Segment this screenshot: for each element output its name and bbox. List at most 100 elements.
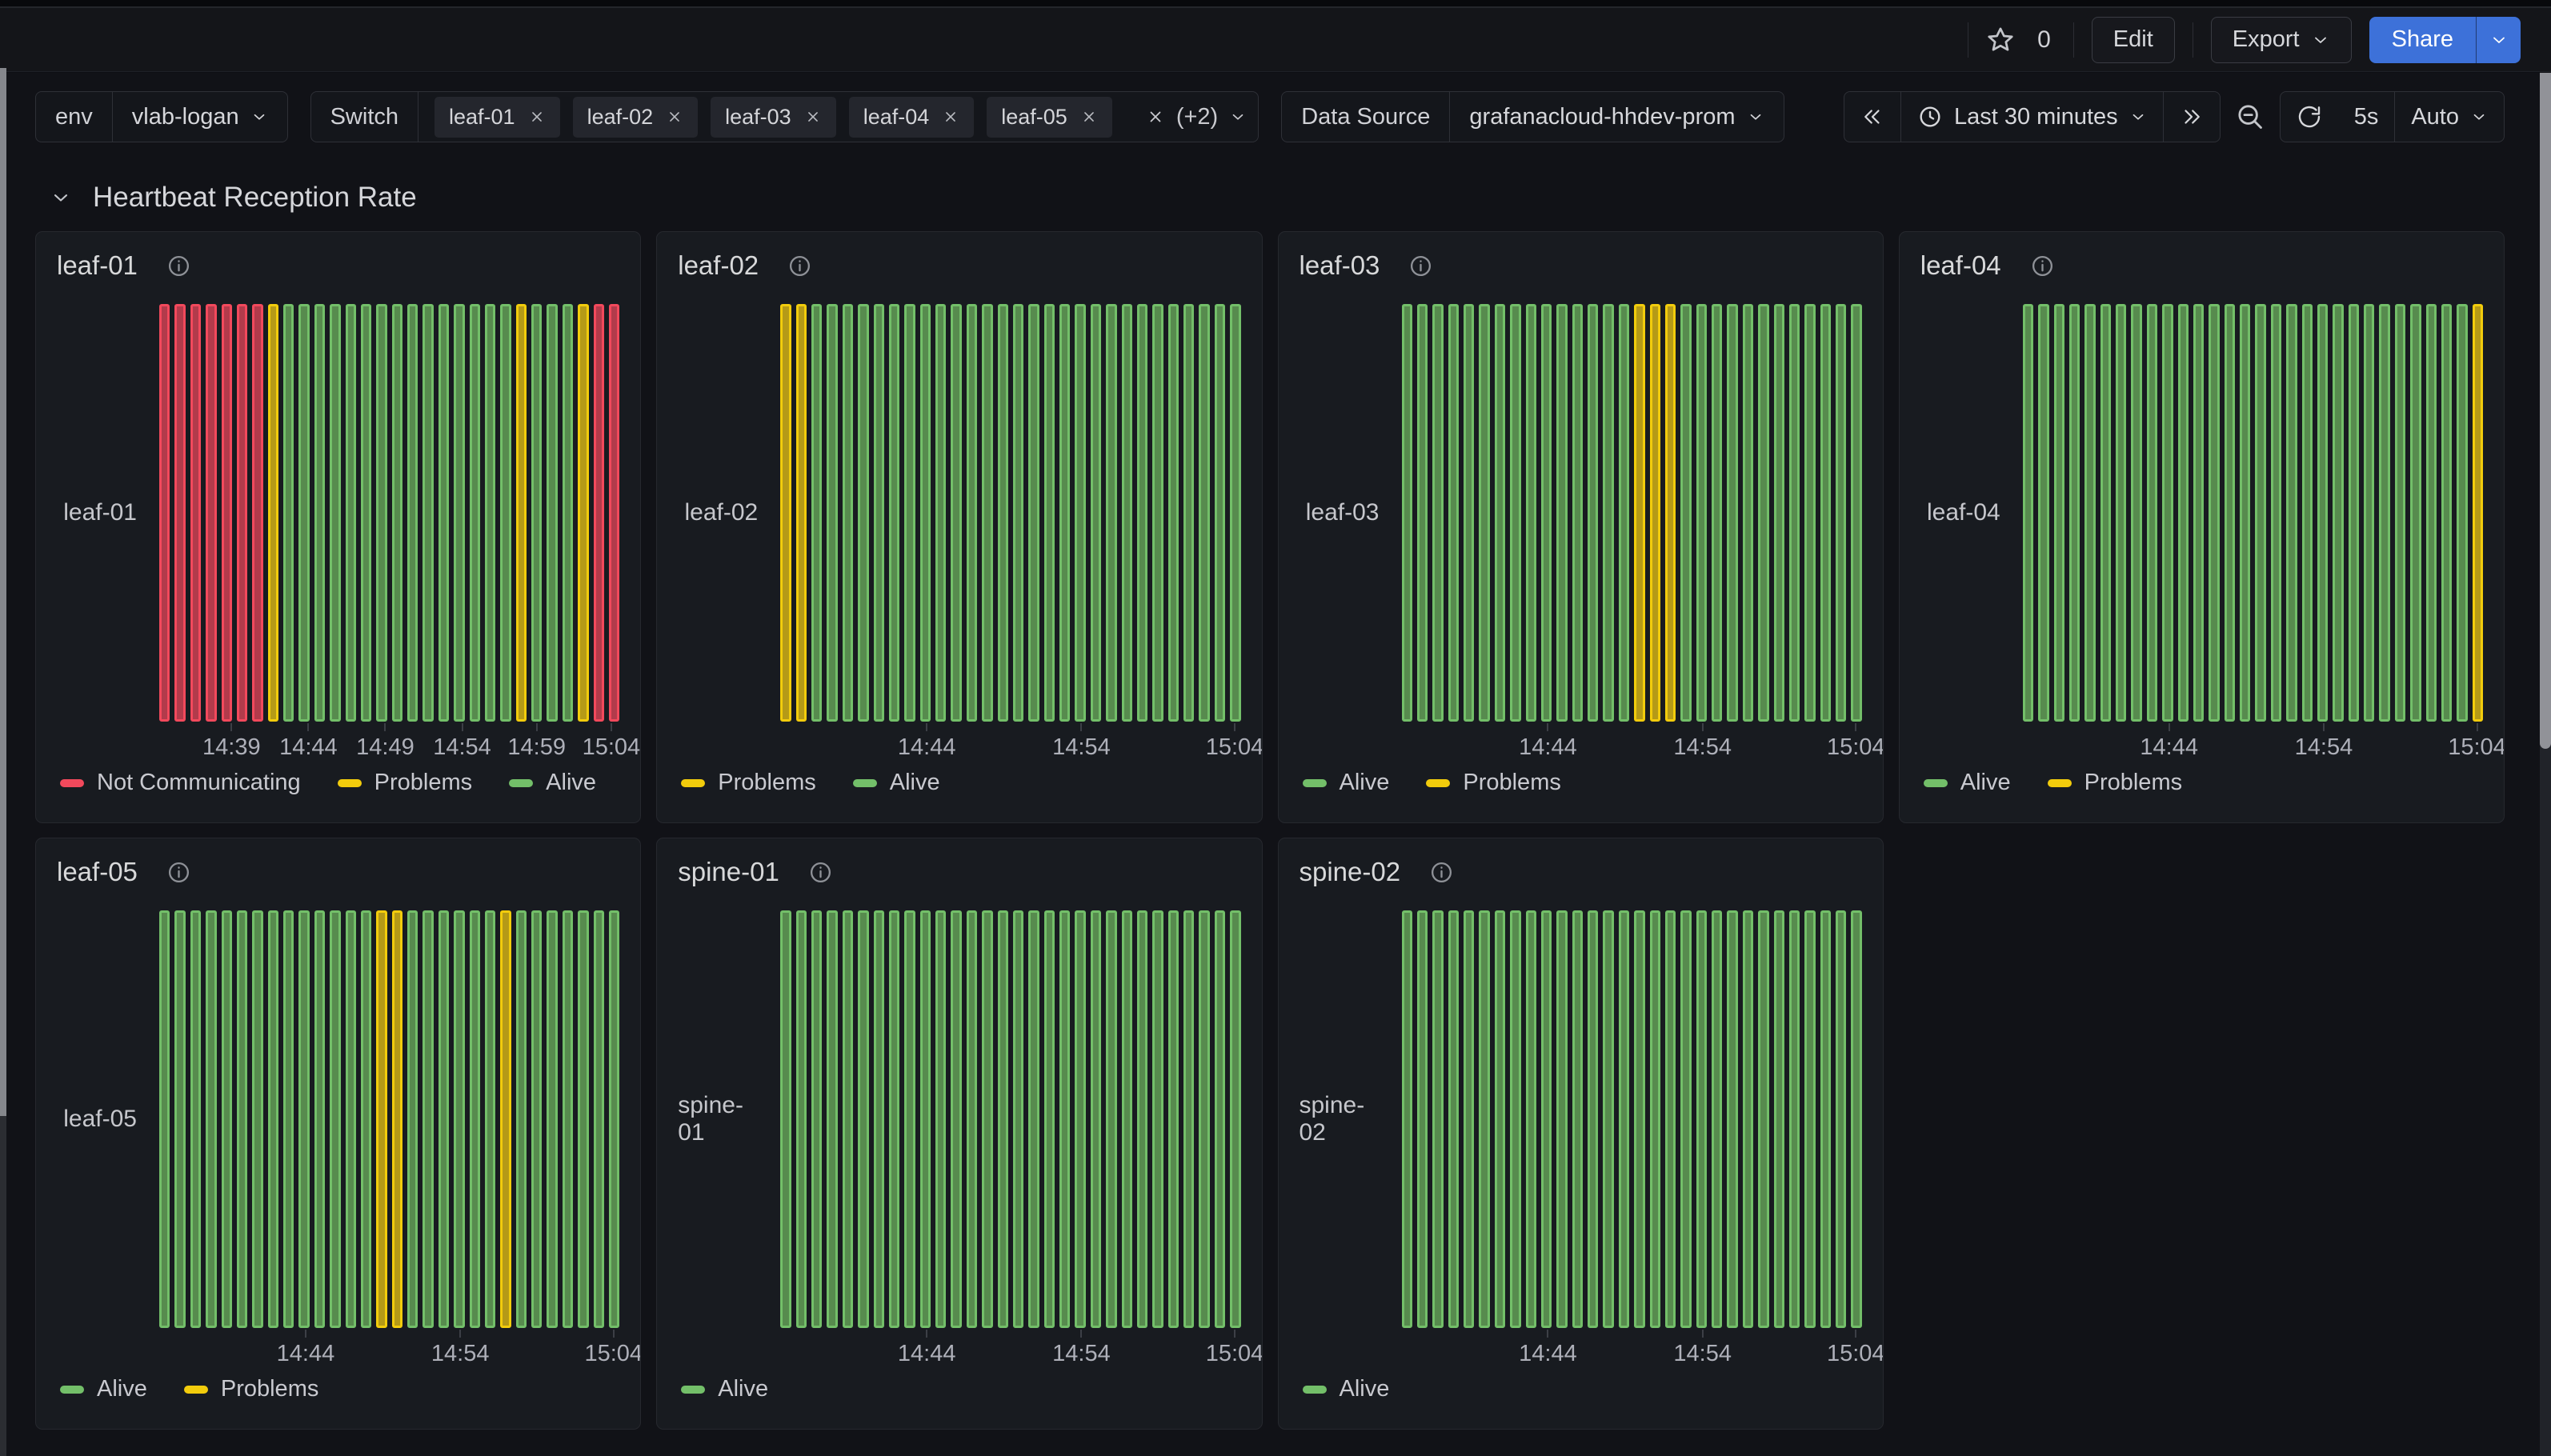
x-axis-tickmark — [1702, 723, 1704, 731]
favorites-count: 0 — [2032, 26, 2056, 54]
panel-header[interactable]: spine-01 — [678, 853, 1240, 891]
refresh-interval-value[interactable]: 5s — [2338, 92, 2395, 142]
close-icon[interactable] — [528, 108, 546, 126]
legend-item-not_communicating[interactable]: Not Communicating — [60, 770, 301, 796]
x-axis: 14:4414:5415:04 — [1402, 1328, 1862, 1373]
state-bar-not_communicating — [609, 304, 619, 722]
panel-title: leaf-01 — [57, 250, 138, 281]
state-bar-not_communicating — [237, 304, 247, 722]
state-bar-alive — [1183, 910, 1194, 1328]
legend-item-problems[interactable]: Problems — [338, 770, 473, 796]
switch-tag-label: leaf-01 — [449, 105, 515, 130]
x-axis-tickmark — [462, 723, 463, 731]
state-bar-alive — [1044, 910, 1055, 1328]
x-axis-tick-label: 14:54 — [1673, 734, 1732, 761]
switch-more-dropdown[interactable]: (+2) — [1141, 92, 1258, 142]
legend-item-alive[interactable]: Alive — [509, 770, 596, 796]
close-icon[interactable] — [1146, 107, 1165, 126]
env-variable-value[interactable]: vlab-logan — [113, 92, 287, 142]
state-bar-alive — [904, 910, 915, 1328]
chevron-down-icon — [50, 186, 72, 209]
share-split-button: Share — [2369, 17, 2521, 63]
info-icon[interactable] — [787, 254, 812, 278]
legend-item-alive[interactable]: Alive — [1303, 770, 1390, 796]
state-bar-alive — [1495, 304, 1505, 722]
datasource-value[interactable]: grafanacloud-hhdev-prom — [1450, 92, 1783, 142]
close-icon[interactable] — [942, 108, 959, 126]
edit-button[interactable]: Edit — [2092, 17, 2175, 63]
legend-item-problems[interactable]: Problems — [1426, 770, 1561, 796]
plot-area: spine-01 — [678, 910, 1240, 1328]
export-button[interactable]: Export — [2211, 17, 2352, 63]
switch-variable: Switch leaf-01leaf-02leaf-03leaf-04leaf-… — [310, 91, 1259, 142]
refresh-button[interactable] — [2281, 92, 2338, 142]
panel-header[interactable]: leaf-01 — [57, 246, 619, 285]
switch-tag-leaf-05[interactable]: leaf-05 — [987, 97, 1112, 138]
time-range-picker[interactable]: Last 30 minutes — [1901, 92, 2163, 142]
close-icon[interactable] — [1080, 108, 1098, 126]
refresh-interval-dropdown[interactable]: Auto — [2394, 92, 2504, 142]
state-bar-alive — [268, 910, 278, 1328]
state-bar-alive — [485, 910, 495, 1328]
right-scrollbar-thumb[interactable] — [2540, 73, 2551, 749]
info-icon[interactable] — [166, 254, 191, 278]
state-bar-alive — [2255, 304, 2265, 722]
favorite-star-button[interactable] — [1986, 26, 2015, 54]
legend-item-alive[interactable]: Alive — [1924, 770, 2011, 796]
legend-item-problems[interactable]: Problems — [2048, 770, 2183, 796]
left-scrollbar[interactable] — [0, 68, 6, 1456]
info-icon[interactable] — [808, 860, 833, 885]
state-bar-alive — [2441, 304, 2452, 722]
switch-tag-leaf-01[interactable]: leaf-01 — [435, 97, 560, 138]
switch-tag-leaf-02[interactable]: leaf-02 — [573, 97, 699, 138]
info-icon[interactable] — [2030, 254, 2055, 278]
legend-item-alive[interactable]: Alive — [853, 770, 940, 796]
close-icon[interactable] — [804, 108, 822, 126]
close-icon[interactable] — [666, 108, 683, 126]
left-scrollbar-thumb[interactable] — [0, 68, 6, 1116]
info-icon[interactable] — [1408, 254, 1433, 278]
state-bar-problems — [268, 304, 278, 722]
panel-header[interactable]: leaf-03 — [1300, 246, 1862, 285]
state-bar-alive — [2426, 304, 2437, 722]
legend-item-alive[interactable]: Alive — [60, 1376, 147, 1402]
state-bar-alive — [1588, 304, 1598, 722]
x-axis-tickmark — [2169, 723, 2170, 731]
legend-item-problems[interactable]: Problems — [184, 1376, 319, 1402]
state-bar-alive — [439, 910, 449, 1328]
panel-header[interactable]: spine-02 — [1300, 853, 1862, 891]
right-scrollbar[interactable] — [2540, 73, 2551, 1456]
legend-label: Alive — [546, 770, 596, 796]
state-bar-alive — [874, 910, 884, 1328]
time-shift-forward-button[interactable] — [2163, 92, 2220, 142]
state-bar-problems — [392, 910, 402, 1328]
plot-area: leaf-02 — [678, 304, 1240, 722]
info-icon[interactable] — [1429, 860, 1454, 885]
state-bar-alive — [563, 910, 573, 1328]
legend-swatch — [681, 1386, 705, 1394]
refresh-icon — [2297, 104, 2322, 130]
chevron-down-icon — [250, 108, 268, 126]
time-shift-back-button[interactable] — [1844, 92, 1901, 142]
state-bar-not_communicating — [159, 304, 170, 722]
share-dropdown-button[interactable] — [2476, 17, 2521, 63]
legend-item-problems[interactable]: Problems — [681, 770, 816, 796]
state-bar-alive — [1526, 304, 1536, 722]
legend-swatch — [853, 779, 877, 787]
legend-item-alive[interactable]: Alive — [681, 1376, 768, 1402]
panel-header[interactable]: leaf-02 — [678, 246, 1240, 285]
info-icon[interactable] — [166, 860, 191, 885]
state-bar-alive — [1402, 910, 1412, 1328]
row-heartbeat-reception-rate[interactable]: Heartbeat Reception Rate — [50, 182, 2551, 214]
share-button[interactable]: Share — [2369, 17, 2476, 63]
panel-leaf-05: leaf-05leaf-0514:4414:5415:04AliveProble… — [35, 838, 641, 1430]
panel-header[interactable]: leaf-05 — [57, 853, 619, 891]
x-axis-tickmark — [2323, 723, 2325, 731]
switch-tag-leaf-04[interactable]: leaf-04 — [849, 97, 975, 138]
switch-tag-leaf-03[interactable]: leaf-03 — [711, 97, 836, 138]
legend-item-alive[interactable]: Alive — [1303, 1376, 1390, 1402]
panel-header[interactable]: leaf-04 — [1920, 246, 2483, 285]
state-bar-alive — [454, 304, 464, 722]
state-bar-alive — [298, 910, 309, 1328]
zoom-out-button[interactable] — [2235, 102, 2265, 132]
